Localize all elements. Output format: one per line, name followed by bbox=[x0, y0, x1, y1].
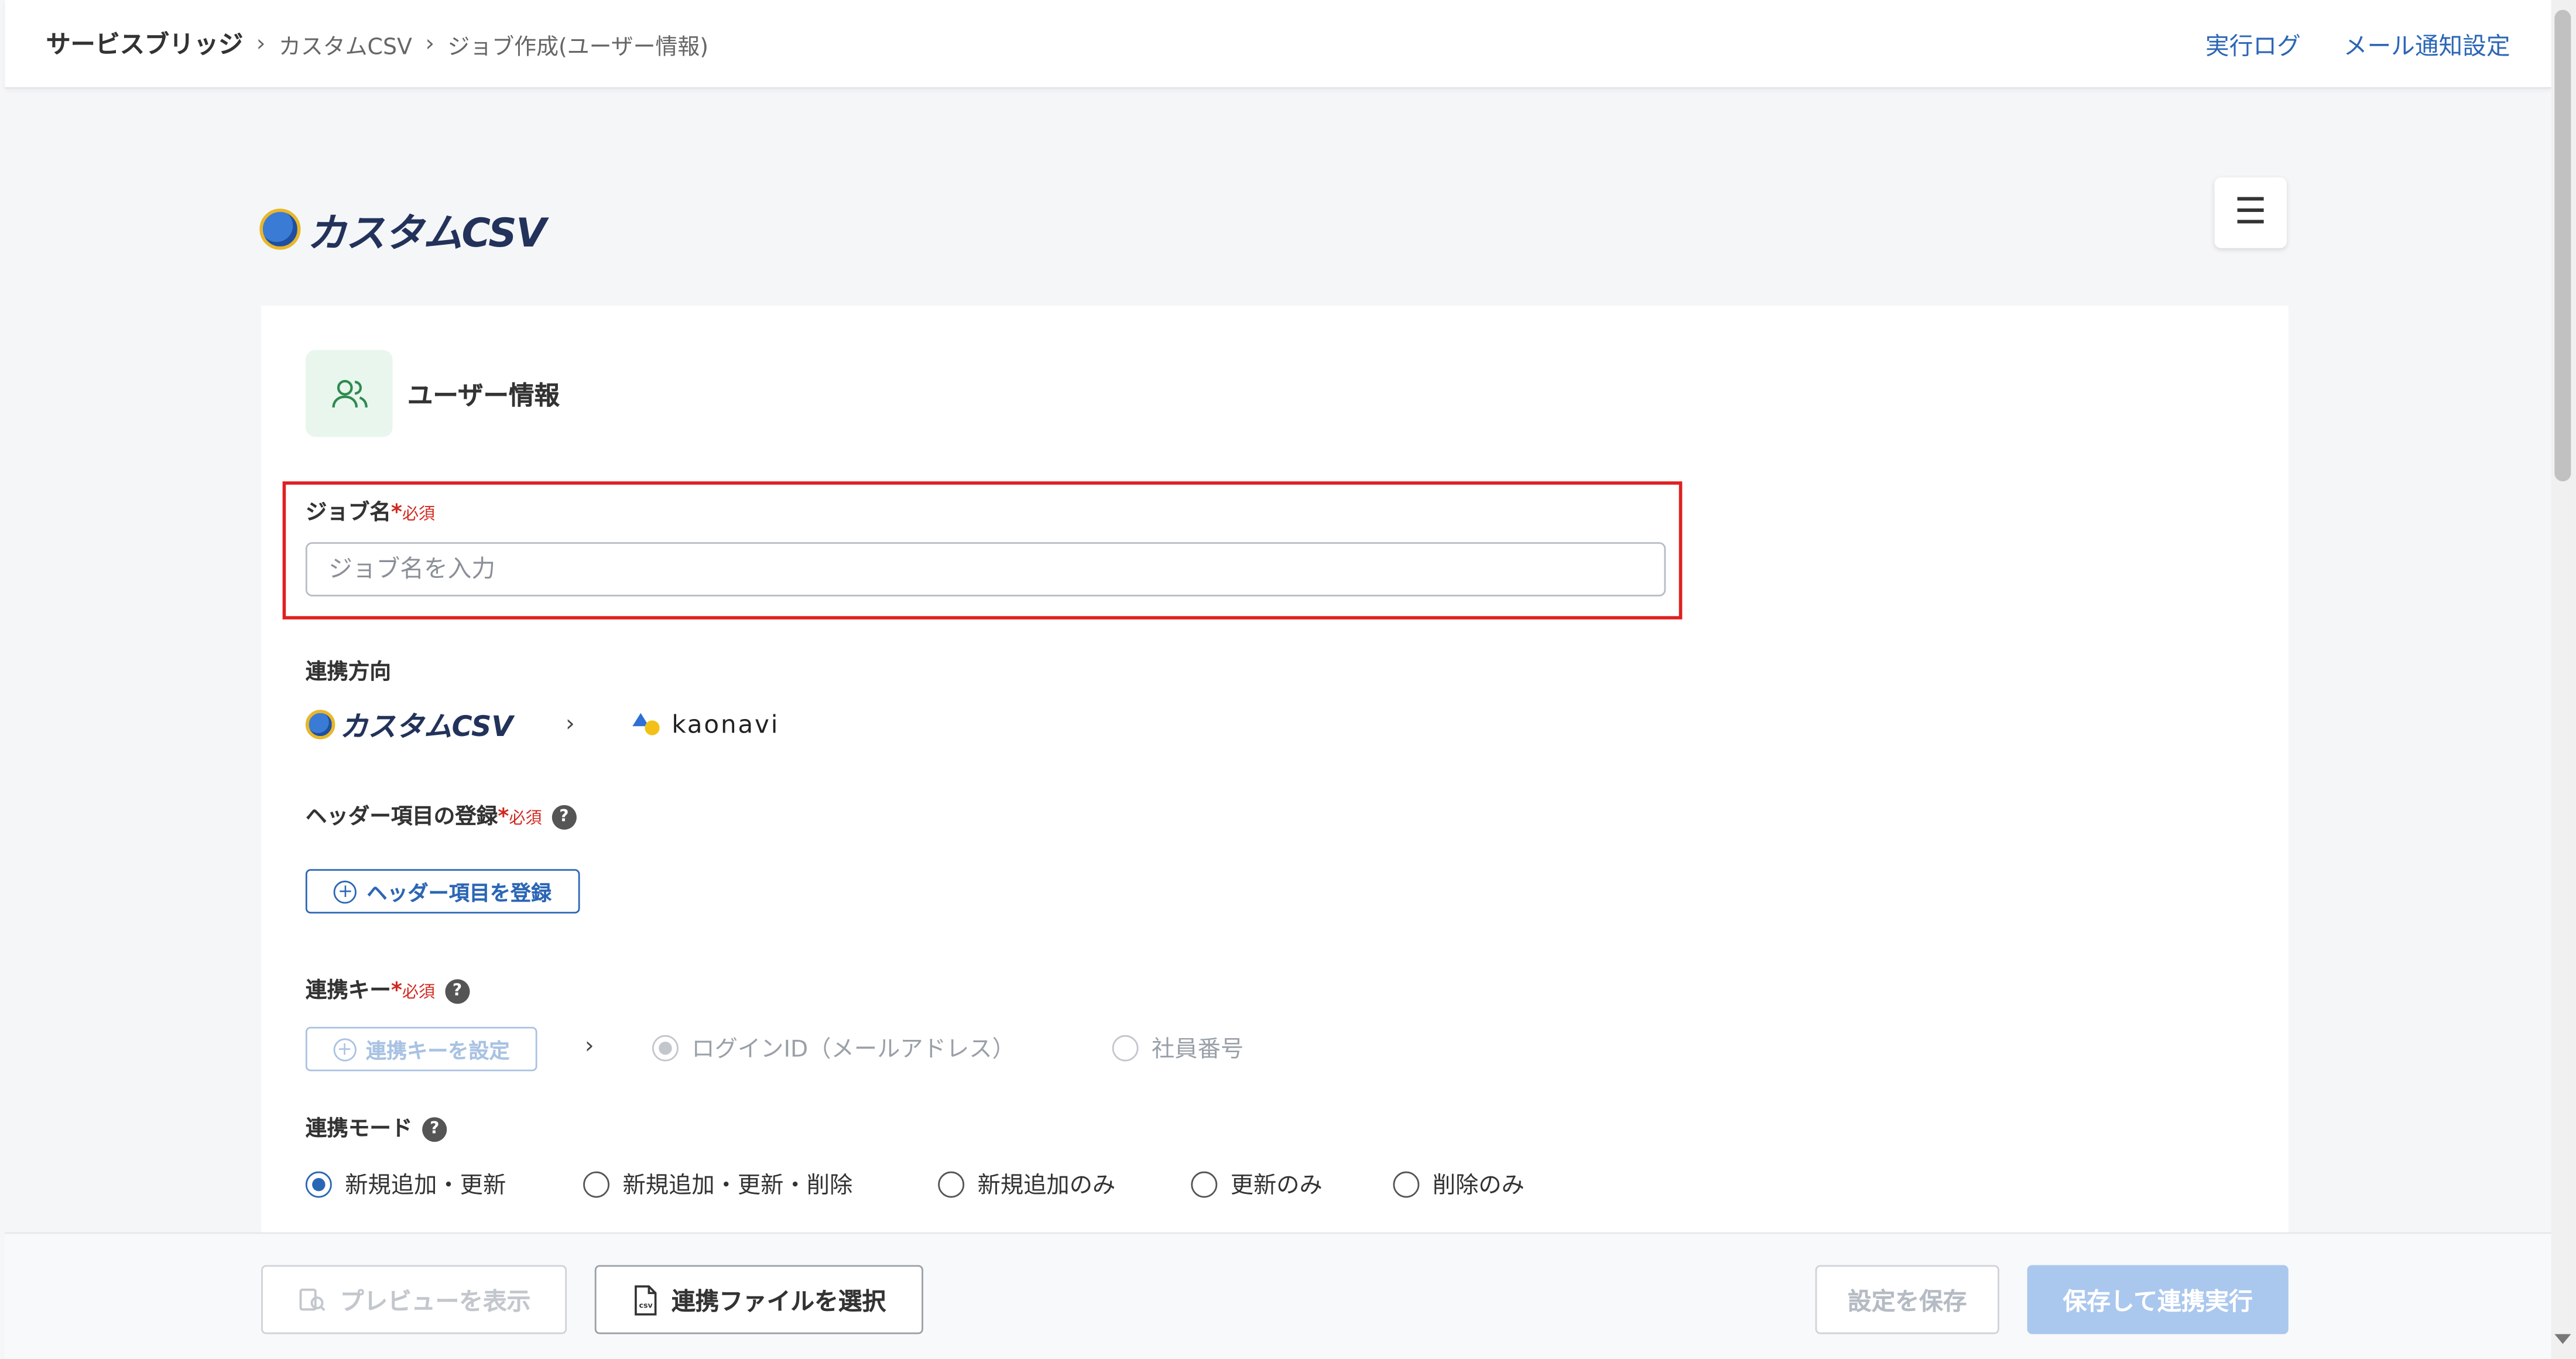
kaonavi-logo: kaonavi bbox=[631, 708, 780, 739]
job-name-label-text: ジョブ名 bbox=[305, 501, 391, 526]
radio-button[interactable] bbox=[652, 1035, 679, 1062]
radio-button[interactable] bbox=[1191, 1171, 1218, 1198]
app-window: サービスブリッジ › カスタムCSV › ジョブ作成(ユーザー情報) 実行ログ … bbox=[0, 0, 2576, 1359]
mode-option-label: 新規追加・更新・削除 bbox=[622, 1173, 853, 1200]
mode-option-add-update[interactable]: 新規追加・更新 bbox=[305, 1168, 506, 1201]
svg-text:csv: csv bbox=[639, 1300, 653, 1309]
direction-label: 連携方向 bbox=[305, 660, 391, 686]
key-option-label: 社員番号 bbox=[1152, 1036, 1244, 1063]
direction-target: kaonavi bbox=[672, 708, 780, 739]
mode-option-label: 新規追加のみ bbox=[977, 1173, 1116, 1200]
mode-option-label: 新規追加・更新 bbox=[345, 1173, 506, 1200]
radio-button[interactable] bbox=[305, 1171, 332, 1198]
help-icon[interactable]: ? bbox=[444, 979, 470, 1004]
preview-button[interactable]: プレビューを表示 bbox=[261, 1265, 567, 1334]
key-option-employee-number[interactable]: 社員番号 bbox=[1112, 1032, 1244, 1064]
scrollbar-thumb[interactable] bbox=[2554, 9, 2571, 482]
chevron-right-icon: › bbox=[584, 1033, 594, 1060]
scrollbar[interactable] bbox=[2551, 0, 2576, 1359]
header-items-label: ヘッダー項目の登録*必須? bbox=[306, 799, 577, 830]
help-icon[interactable]: ? bbox=[422, 1117, 447, 1142]
breadcrumb-chevron-icon: › bbox=[425, 30, 435, 57]
key-label: 連携キー*必須? bbox=[306, 973, 470, 1004]
required-mark: * bbox=[498, 805, 509, 830]
register-header-items-button-label: ヘッダー項目を登録 bbox=[366, 881, 552, 906]
breadcrumb-item-custom-csv[interactable]: カスタムCSV bbox=[279, 27, 412, 60]
mode-label-text: 連携モード bbox=[305, 1117, 413, 1142]
required-text: 必須 bbox=[509, 810, 542, 829]
section-header: ユーザー情報 bbox=[305, 350, 560, 437]
required-text: 必須 bbox=[402, 506, 436, 525]
job-name-input[interactable] bbox=[305, 542, 1666, 597]
mode-option-label: 更新のみ bbox=[1230, 1173, 1323, 1200]
breadcrumb-root[interactable]: サービスブリッジ bbox=[46, 26, 244, 61]
action-footer: プレビューを表示 csv 連携ファイルを選択 設定を保存 保存して連携実行 bbox=[5, 1232, 2551, 1359]
mode-option-update-only[interactable]: 更新のみ bbox=[1191, 1168, 1323, 1201]
brand-logo: カスタムCSV bbox=[259, 200, 546, 258]
section-title: ユーザー情報 bbox=[407, 380, 560, 410]
hamburger-icon: ☰ bbox=[2234, 192, 2267, 234]
required-text: 必須 bbox=[402, 984, 436, 1002]
header-items-label-text: ヘッダー項目の登録 bbox=[305, 805, 498, 830]
plus-circle-icon: + bbox=[334, 879, 357, 903]
register-header-items-button[interactable]: + ヘッダー項目を登録 bbox=[305, 869, 580, 914]
csv-file-icon: csv bbox=[634, 1284, 656, 1315]
mode-option-add-only[interactable]: 新規追加のみ bbox=[938, 1168, 1115, 1201]
select-file-button-label: 連携ファイルを選択 bbox=[671, 1289, 886, 1316]
set-key-button-label: 連携キーを設定 bbox=[365, 1038, 510, 1063]
job-name-label: ジョブ名*必須 bbox=[306, 495, 435, 526]
globe-icon bbox=[305, 708, 335, 739]
radio-button[interactable] bbox=[1393, 1171, 1420, 1198]
users-icon bbox=[305, 350, 393, 437]
globe-icon bbox=[259, 208, 301, 250]
form-card: ユーザー情報 ジョブ名*必須 連携方向 カスタムCSV › kaonavi ヘッ… bbox=[261, 305, 2289, 1292]
brand-name: カスタムCSV bbox=[307, 210, 547, 256]
mode-option-label: 削除のみ bbox=[1432, 1173, 1525, 1200]
set-key-button[interactable]: + 連携キーを設定 bbox=[305, 1026, 537, 1072]
mode-option-delete-only[interactable]: 削除のみ bbox=[1393, 1168, 1525, 1201]
plus-circle-icon: + bbox=[333, 1037, 357, 1061]
menu-button[interactable]: ☰ bbox=[2214, 177, 2287, 248]
save-settings-button[interactable]: 設定を保存 bbox=[1815, 1265, 1999, 1334]
breadcrumb: サービスブリッジ › カスタムCSV › ジョブ作成(ユーザー情報) bbox=[46, 26, 708, 61]
required-mark: * bbox=[390, 979, 402, 1004]
email-notification-settings-link[interactable]: メール通知設定 bbox=[2344, 28, 2510, 63]
mode-option-add-update-delete[interactable]: 新規追加・更新・削除 bbox=[583, 1168, 852, 1201]
breadcrumb-chevron-icon: › bbox=[256, 30, 266, 57]
required-mark: * bbox=[390, 501, 402, 526]
chevron-right-icon: › bbox=[566, 710, 575, 737]
direction-source: カスタムCSV bbox=[340, 711, 513, 745]
kaonavi-icon bbox=[632, 712, 660, 735]
execution-log-link[interactable]: 実行ログ bbox=[2205, 28, 2301, 63]
top-bar: サービスブリッジ › カスタムCSV › ジョブ作成(ユーザー情報) 実行ログ … bbox=[5, 0, 2551, 89]
top-links: 実行ログ メール通知設定 bbox=[2205, 28, 2510, 63]
key-label-text: 連携キー bbox=[305, 979, 391, 1004]
save-and-run-button[interactable]: 保存して連携実行 bbox=[2027, 1265, 2289, 1334]
direction-flow: カスタムCSV › kaonavi bbox=[305, 703, 780, 745]
radio-button[interactable] bbox=[938, 1171, 965, 1198]
radio-button[interactable] bbox=[583, 1171, 610, 1198]
mode-label: 連携モード? bbox=[306, 1111, 447, 1142]
help-icon[interactable]: ? bbox=[551, 805, 577, 830]
radio-button[interactable] bbox=[1112, 1035, 1139, 1062]
key-option-login-id[interactable]: ログインID（メールアドレス） bbox=[652, 1032, 1015, 1064]
breadcrumb-item-current: ジョブ作成(ユーザー情報) bbox=[447, 33, 709, 60]
key-option-label: ログインID（メールアドレス） bbox=[691, 1036, 1015, 1063]
preview-icon bbox=[299, 1288, 326, 1312]
preview-button-label: プレビューを表示 bbox=[340, 1289, 531, 1316]
scroll-down-arrow-icon[interactable] bbox=[2554, 1334, 2571, 1344]
select-file-button[interactable]: csv 連携ファイルを選択 bbox=[594, 1265, 923, 1334]
